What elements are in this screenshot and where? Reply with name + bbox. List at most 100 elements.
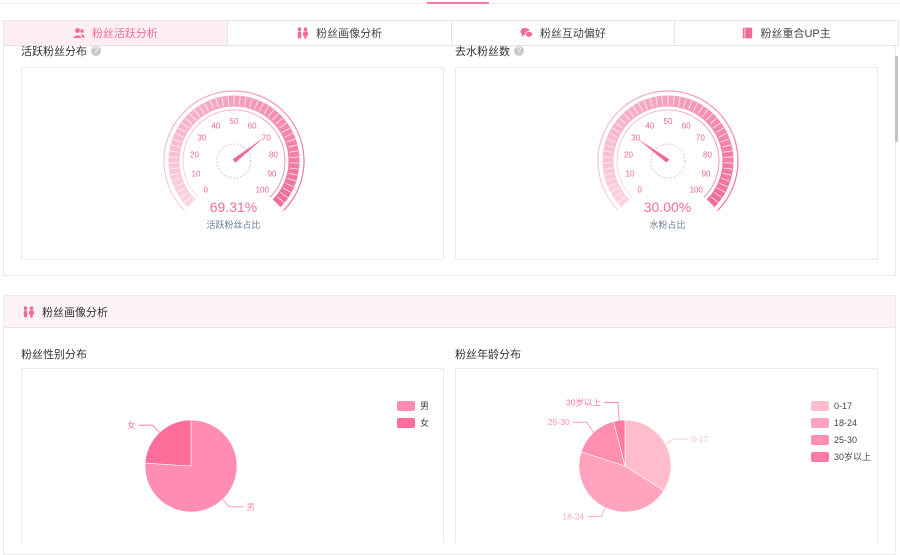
gauge-outer-ring-segment	[684, 93, 689, 94]
gauge-inner-ring-segment	[277, 184, 279, 187]
gauge-outer-ring-segment	[167, 134, 169, 139]
gauge-outer-ring-segment	[181, 112, 185, 116]
gauge-outer-ring-segment	[291, 120, 294, 125]
legend-item[interactable]: 30岁以上	[811, 448, 871, 465]
top-divider	[0, 0, 900, 4]
legend-item[interactable]: 女	[397, 414, 429, 431]
legend-item[interactable]: 男	[397, 397, 429, 414]
gauge-band-segment	[215, 103, 220, 104]
gauge-inner-ring-segment	[688, 114, 692, 116]
gauge-tick-label: 40	[211, 121, 220, 130]
active-fans-gauge: 0102030405060708090100	[22, 68, 445, 261]
gauge-outer-ring-segment	[733, 134, 735, 139]
gauge-inner-ring-segment	[656, 111, 660, 112]
gauge-inner-ring-segment	[187, 138, 189, 142]
gauge-inner-ring-segment	[684, 112, 688, 113]
gauge-inner-ring-segment	[621, 181, 623, 185]
gauge-inner-ring-segment	[184, 145, 185, 149]
legend-item[interactable]: 18-24	[811, 414, 871, 431]
help-icon[interactable]: ?	[91, 46, 101, 56]
tab-fan-activity[interactable]: 粉丝活跃分析	[4, 21, 228, 45]
gauge-outer-ring-segment	[606, 193, 609, 198]
gauge-outer-ring-segment	[700, 99, 705, 102]
gauge-outer-ring-segment	[636, 96, 641, 98]
gauge-outer-ring-segment	[646, 93, 651, 94]
active-fans-title-text: 活跃粉丝分布	[21, 43, 87, 59]
gauge-inner-ring-segment	[187, 181, 189, 185]
gauge-outer-ring-segment	[603, 129, 605, 134]
book-icon	[742, 27, 753, 39]
gauge-outer-ring-segment	[601, 134, 603, 139]
gauge-outer-ring-segment	[728, 124, 731, 129]
tab-fan-portrait[interactable]: 粉丝画像分析	[228, 21, 452, 45]
legend-item[interactable]: 0-17	[811, 397, 871, 414]
legend-swatch	[811, 418, 829, 428]
gauge-outer-ring-segment	[165, 172, 166, 177]
gauge-outer-ring-segment	[177, 116, 180, 120]
water-fans-title: 去水粉丝数 ?	[455, 43, 524, 59]
gauge-band-segment	[174, 165, 175, 170]
water-gauge-panel: 0102030405060708090100 30.00% 水粉占比	[455, 67, 878, 260]
people-icon	[22, 306, 35, 318]
gauge-tick-label: 30	[197, 133, 206, 142]
gauge-tick-mark	[603, 157, 612, 158]
gauge-band-segment	[283, 126, 286, 130]
gauge-outer-ring-segment	[725, 120, 728, 125]
active-fans-title: 活跃粉丝分布 ?	[21, 43, 101, 59]
gauge-needle	[233, 138, 264, 163]
legend-swatch	[397, 418, 415, 428]
gauge-outer-ring-segment	[261, 96, 266, 98]
gauge-tick-label: 70	[262, 133, 271, 142]
gauge-outer-ring-segment	[690, 94, 695, 96]
gauge-inner-ring-segment	[195, 194, 198, 197]
gauge-outer-ring-segment	[631, 99, 636, 102]
gauge-inner-ring-segment	[284, 169, 285, 173]
gauge-inner-ring-segment	[635, 120, 638, 122]
pie-leader-line	[139, 425, 160, 432]
gauge-band-segment	[617, 126, 620, 130]
gauge-inner-ring-segment	[629, 194, 632, 197]
gauge-outer-ring-segment	[713, 108, 717, 112]
gauge-inner-ring-segment	[283, 145, 284, 149]
gender-pie-panel: 男女 男女	[21, 368, 444, 543]
gauge-inner-ring-segment	[257, 116, 260, 118]
scrollbar-thumb[interactable]	[895, 56, 898, 142]
gauge-band-segment	[608, 151, 609, 156]
gauge-outer-ring-segment	[673, 91, 678, 92]
age-pie-panel: 0-1718-2425-3030岁以上 0-1718-2425-3030岁以上	[455, 368, 878, 543]
gauge-outer-ring-segment	[608, 120, 611, 125]
gauge-inner-ring-segment	[191, 131, 193, 134]
gauge-inner-ring-segment	[618, 149, 619, 153]
gauge-inner-ring-segment	[204, 118, 207, 120]
gauge-band-segment	[203, 107, 207, 109]
gauge-inner-ring-segment	[281, 141, 282, 145]
gauge-tick-mark	[290, 157, 299, 158]
gauge-tick-label: 0	[203, 185, 208, 194]
gauge-tick-label: 80	[269, 151, 278, 160]
gauge-outer-ring-segment	[705, 101, 710, 104]
gauge-inner-ring-segment	[618, 145, 619, 149]
gauge-band-segment	[611, 179, 613, 184]
gauge-inner-ring-segment	[701, 122, 704, 125]
gauge-outer-ring-segment	[302, 145, 303, 150]
gauge-outer-ring-segment	[239, 91, 244, 92]
gauge-outer-ring-segment	[606, 124, 609, 129]
tab-overlap-up[interactable]: 粉丝重合UP主	[675, 21, 898, 45]
pie-slice[interactable]	[145, 420, 191, 466]
gauge-band-segment	[207, 105, 211, 107]
gauge-tick-label: 90	[268, 169, 277, 178]
gauge-outer-ring-segment	[695, 96, 700, 98]
active-gauge-value: 69.31%	[22, 199, 445, 215]
gauge-inner-ring-segment	[273, 128, 275, 131]
gauge-outer-ring-segment	[172, 193, 175, 198]
tab-fan-interaction[interactable]: 粉丝互动偏好	[452, 21, 676, 45]
gauge-inner-ring-segment	[184, 149, 185, 153]
gauge-band-segment	[289, 180, 291, 185]
help-icon[interactable]: ?	[514, 46, 524, 56]
gauge-outer-ring-segment	[299, 183, 301, 188]
gauge-outer-ring-segment	[245, 92, 250, 93]
gauge-outer-ring-segment	[679, 92, 684, 93]
legend-item[interactable]: 25-30	[811, 431, 871, 448]
gauge-inner-ring-segment	[619, 177, 620, 181]
gauge-band-segment	[726, 147, 727, 152]
